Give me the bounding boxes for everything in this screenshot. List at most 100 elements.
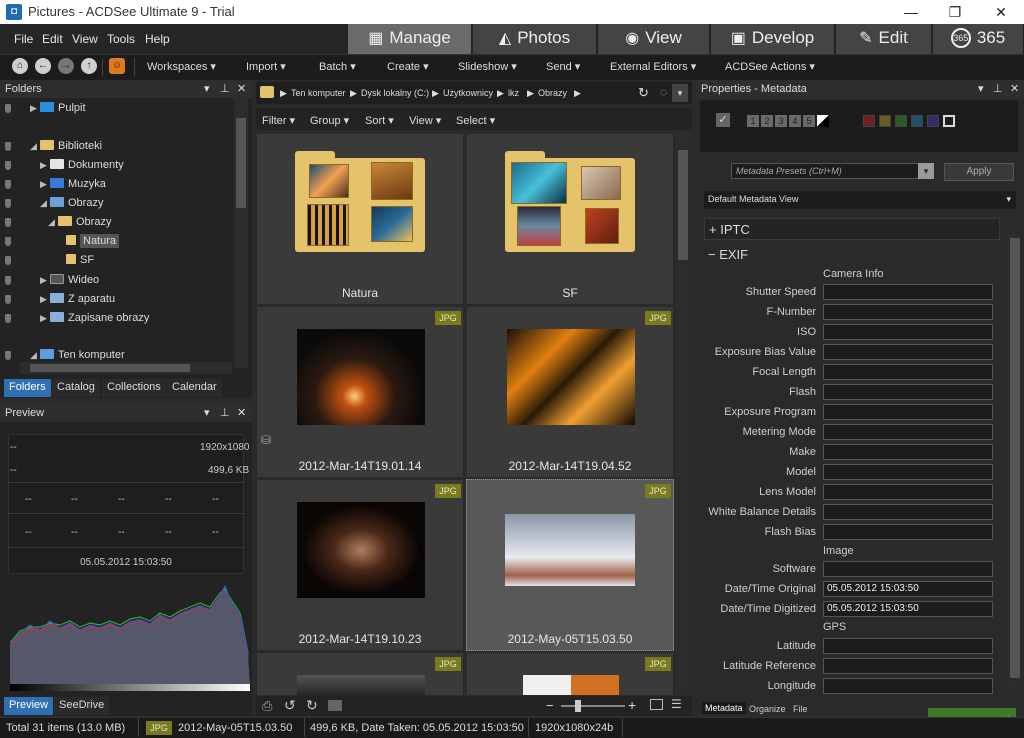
close-icon[interactable]: ✕ xyxy=(237,82,246,95)
flash-field[interactable] xyxy=(823,384,993,400)
maximize-button[interactable]: ❐ xyxy=(932,0,978,24)
menu-edit[interactable]: Edit xyxy=(42,32,63,46)
tab-catalog[interactable]: Catalog xyxy=(52,379,100,397)
pin-icon[interactable] xyxy=(5,314,11,323)
pin-icon[interactable] xyxy=(5,351,11,360)
folders-hscrollbar[interactable] xyxy=(20,362,232,374)
tree-item-dokumenty[interactable]: ▶ Dokumenty xyxy=(40,159,124,171)
tab-preview[interactable]: Preview xyxy=(4,697,54,715)
rating-3[interactable]: 3 xyxy=(775,115,787,127)
list-view-icon[interactable]: ☰ xyxy=(671,697,682,711)
rating-5[interactable]: 5 xyxy=(803,115,815,127)
exif-section[interactable]: − EXIF xyxy=(704,244,1000,266)
send-menu[interactable]: Send ▾ xyxy=(546,60,580,73)
sort-menu[interactable]: Sort ▾ xyxy=(365,114,394,127)
focal-length-field[interactable] xyxy=(823,364,993,380)
color-label-none[interactable] xyxy=(943,115,955,127)
forward-icon[interactable]: → xyxy=(58,58,74,74)
color-label-blue[interactable] xyxy=(911,115,923,127)
datetime-digitized-field[interactable]: 05.05.2012 15:03:50 xyxy=(823,601,993,617)
rating-4[interactable]: 4 xyxy=(789,115,801,127)
import-menu[interactable]: Import ▾ xyxy=(246,60,286,73)
apply-button[interactable]: Apply xyxy=(944,163,1014,181)
tree-item-natura[interactable]: Natura xyxy=(66,234,120,248)
white-balance-field[interactable] xyxy=(823,504,993,520)
lens-model-field[interactable] xyxy=(823,484,993,500)
rotate-left-icon[interactable]: ↺ xyxy=(284,697,296,714)
metering-mode-field[interactable] xyxy=(823,424,993,440)
zoom-in-icon[interactable]: + xyxy=(628,697,636,713)
make-field[interactable] xyxy=(823,444,993,460)
pin-icon[interactable] xyxy=(5,276,11,285)
external-editors-menu[interactable]: External Editors ▾ xyxy=(610,60,696,73)
folder-tile-natura[interactable]: Natura xyxy=(256,133,464,305)
menu-file[interactable]: File xyxy=(14,32,33,46)
dropdown-icon[interactable]: ▾ xyxy=(204,406,210,419)
home-icon[interactable]: ⌂ xyxy=(12,58,28,74)
software-field[interactable] xyxy=(823,561,993,577)
latitude-field[interactable] xyxy=(823,638,993,654)
tab-develop[interactable]: ▣ Develop xyxy=(711,24,835,54)
close-icon[interactable]: ✕ xyxy=(1010,82,1019,95)
image-tile[interactable]: JPG 2012-Mar-14T19.04.52 xyxy=(466,306,674,478)
tree-item-wideo[interactable]: ▶ Wideo xyxy=(40,274,99,286)
dropdown-icon[interactable]: ▾ xyxy=(204,82,210,95)
image-view-icon[interactable] xyxy=(650,699,663,710)
folders-scrollbar[interactable] xyxy=(234,98,248,368)
tab-metadata[interactable]: Metadata xyxy=(702,702,746,714)
pin-icon[interactable] xyxy=(5,237,11,246)
exposure-bias-field[interactable] xyxy=(823,344,993,360)
metadata-view-select[interactable]: Default Metadata View ▾ xyxy=(704,191,1016,209)
shutter-speed-field[interactable] xyxy=(823,284,993,300)
tab-view[interactable]: ◉ View xyxy=(598,24,710,54)
color-label-green[interactable] xyxy=(895,115,907,127)
breadcrumb-item[interactable]: Obrazy xyxy=(538,88,567,98)
metadata-presets-input[interactable]: Metadata Presets (Ctrl+M) xyxy=(731,163,919,179)
filter-menu[interactable]: Filter ▾ xyxy=(262,114,295,127)
tree-item-zapisane[interactable]: ▶ Zapisane obrazy xyxy=(40,312,149,324)
back-icon[interactable]: ← xyxy=(35,58,51,74)
browser-scrollbar[interactable] xyxy=(676,132,690,692)
compare-icon[interactable] xyxy=(328,700,342,711)
workspaces-menu[interactable]: Workspaces ▾ xyxy=(147,60,216,73)
image-tile[interactable]: JPG 2012-Mar-14T19.10.23 xyxy=(256,479,464,651)
clear-rating-icon[interactable] xyxy=(817,115,829,127)
menu-tools[interactable]: Tools xyxy=(107,32,135,46)
iso-field[interactable] xyxy=(823,324,993,340)
slideshow-menu[interactable]: Slideshow ▾ xyxy=(458,60,517,73)
up-icon[interactable]: ↑ xyxy=(81,58,97,74)
pin-icon[interactable]: ⊥ xyxy=(220,82,230,95)
model-field[interactable] xyxy=(823,464,993,480)
view-menu[interactable]: View ▾ xyxy=(409,114,441,127)
iptc-section[interactable]: + IPTC xyxy=(704,218,1000,240)
pin-icon[interactable]: ⊥ xyxy=(993,82,1003,95)
tab-manage[interactable]: ▦ Manage xyxy=(348,24,472,54)
pin-icon[interactable] xyxy=(5,180,11,189)
tree-item-zaparatu[interactable]: ▶ Z aparatu xyxy=(40,293,115,305)
flash-bias-field[interactable] xyxy=(823,524,993,540)
tree-item-biblioteki[interactable]: ◢ Biblioteki xyxy=(30,140,102,152)
pin-icon[interactable] xyxy=(5,295,11,304)
pin-icon[interactable]: ⊥ xyxy=(220,406,230,419)
tree-item-pulpit[interactable]: ▶ Pulpit xyxy=(30,102,86,114)
tab-calendar[interactable]: Calendar xyxy=(167,379,222,397)
tab-organize[interactable]: Organize xyxy=(746,703,789,715)
rating-1[interactable]: 1 xyxy=(747,115,759,127)
minimize-button[interactable]: — xyxy=(888,0,934,24)
datetime-original-field[interactable]: 05.05.2012 15:03:50 xyxy=(823,581,993,597)
breadcrumb-item[interactable]: Użytkownicy xyxy=(443,88,493,98)
exposure-program-field[interactable] xyxy=(823,404,993,420)
tree-item-muzyka[interactable]: ▶ Muzyka xyxy=(40,178,106,190)
presets-dropdown[interactable]: ▾ xyxy=(918,163,934,179)
latitude-ref-field[interactable] xyxy=(823,658,993,674)
fnumber-field[interactable] xyxy=(823,304,993,320)
breadcrumb-item[interactable]: Ten komputer xyxy=(291,88,346,98)
color-label-red[interactable] xyxy=(863,115,875,127)
menu-help[interactable]: Help xyxy=(145,32,170,46)
image-tile[interactable]: JPG xyxy=(256,652,464,696)
create-menu[interactable]: Create ▾ xyxy=(387,60,429,73)
export-icon[interactable]: ⎙ xyxy=(262,698,272,714)
tree-item-obrazy[interactable]: ◢ Obrazy xyxy=(40,197,103,209)
tag-checkbox[interactable]: ✓ xyxy=(716,113,730,127)
tab-edit[interactable]: ✎ Edit xyxy=(836,24,932,54)
